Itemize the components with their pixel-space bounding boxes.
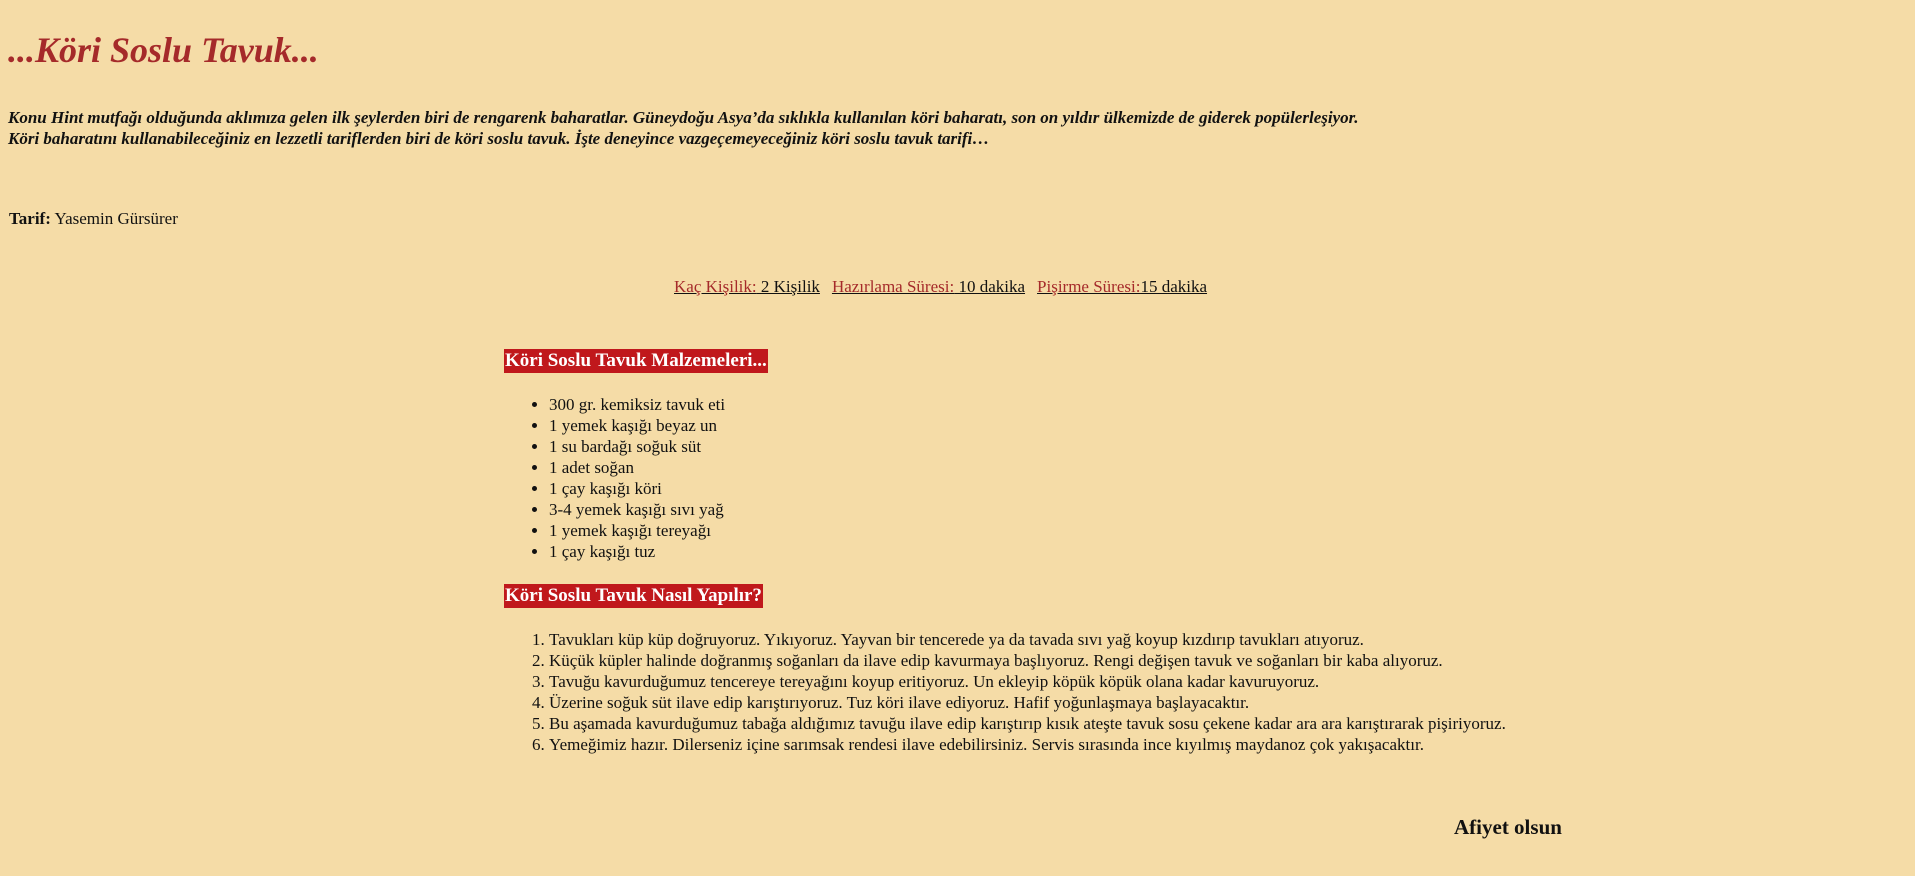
intro-line-2: Köri baharatını kullanabileceğiniz en le… [8, 129, 990, 148]
step-item: Yemeğimiz hazır. Dilerseniz içine sarıms… [549, 734, 1506, 755]
author-label: Tarif: [9, 209, 51, 228]
prep-time-label: Hazırlama Süresi: [831, 277, 955, 296]
intro-paragraph: Konu Hint mutfağı olduğunda aklımıza gel… [8, 107, 1359, 149]
ingredients-list: 300 gr. kemiksiz tavuk eti 1 yemek kaşığ… [509, 394, 725, 562]
servings-label: Kaç Kişilik: [674, 277, 757, 296]
list-item: 3-4 yemek kaşığı sıvı yağ [549, 499, 725, 520]
list-item: 300 gr. kemiksiz tavuk eti [549, 394, 725, 415]
steps-heading: Köri Soslu Tavuk Nasıl Yapılır? [504, 584, 763, 608]
page-title: ...Köri Soslu Tavuk... [8, 30, 319, 70]
author-name: Yasemin Gürsürer [50, 209, 178, 228]
step-item: Küçük küpler halinde doğranmış soğanları… [549, 650, 1506, 671]
servings-value: 2 Kişilik [756, 277, 820, 296]
intro-line-1: Konu Hint mutfağı olduğunda aklımıza gel… [8, 108, 1359, 127]
recipe-author: Tarif: Yasemin Gürsürer [9, 208, 178, 230]
recipe-meta: Kaç Kişilik: 2 Kişilik Hazırlama Süresi: … [674, 275, 1207, 299]
cook-time-value: 15 dakika [1140, 277, 1208, 296]
list-item: 1 su bardağı soğuk süt [549, 436, 725, 457]
list-item: 1 çay kaşığı köri [549, 478, 725, 499]
step-item: Bu aşamada kavurduğumuz tabağa aldığımız… [549, 713, 1506, 734]
prep-time-value: 10 dakika [954, 277, 1026, 296]
list-item: 1 yemek kaşığı tereyağı [549, 520, 725, 541]
list-item: 1 adet soğan [549, 457, 725, 478]
closing-text: Afiyet olsun [1454, 815, 1562, 839]
step-item: Tavukları küp küp doğruyoruz. Yıkıyoruz.… [549, 629, 1506, 650]
ingredients-heading: Köri Soslu Tavuk Malzemeleri... [504, 349, 768, 373]
steps-list: Tavukları küp küp doğruyoruz. Yıkıyoruz.… [509, 629, 1506, 755]
list-item: 1 çay kaşığı tuz [549, 541, 725, 562]
step-item: Üzerine soğuk süt ilave edip karıştırıyo… [549, 692, 1506, 713]
cook-time-label: Pişirme Süresi: [1037, 277, 1141, 296]
list-item: 1 yemek kaşığı beyaz un [549, 415, 725, 436]
step-item: Tavuğu kavurduğumuz tencereye tereyağını… [549, 671, 1506, 692]
